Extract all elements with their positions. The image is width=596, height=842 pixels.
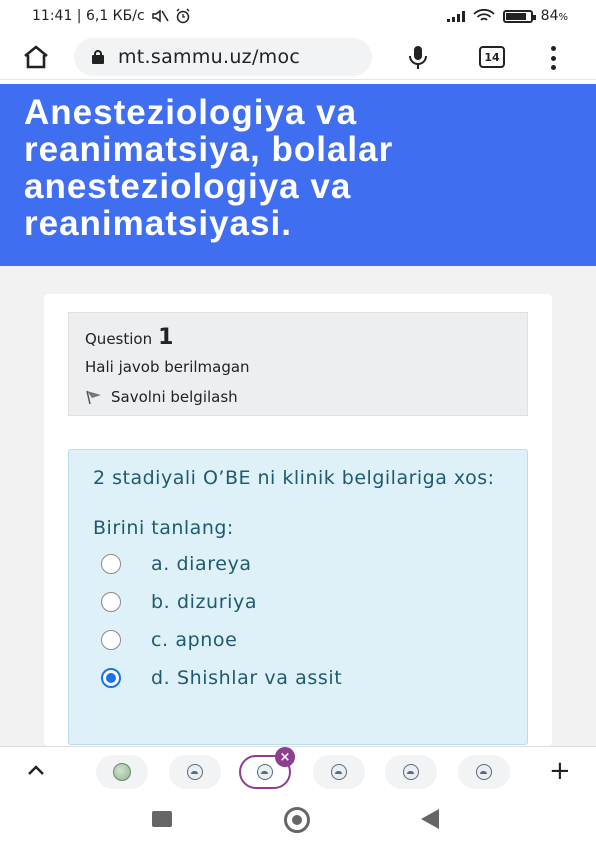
tab-strip: × + xyxy=(0,746,596,796)
status-bar: 11:41 | 6,1 КБ/с 84% xyxy=(0,0,596,34)
sad-face-icon xyxy=(476,764,492,780)
browser-toolbar: mt.sammu.uz/moc 14 xyxy=(0,34,596,80)
tab-thumbnail[interactable] xyxy=(385,755,437,789)
answer-label[interactable]: d. Shishlar va assit xyxy=(151,667,342,689)
question-text: 2 stadiyali O’BE ni klinik belgilariga x… xyxy=(93,467,495,489)
signal-icon xyxy=(446,10,465,22)
sad-face-icon xyxy=(331,764,347,780)
radio-button[interactable] xyxy=(101,554,121,574)
question-label: Question xyxy=(85,330,153,348)
tab-thumbnail[interactable] xyxy=(313,755,365,789)
tab-thumbnail[interactable] xyxy=(96,755,148,789)
wifi-icon xyxy=(473,9,495,21)
flag-label: Savolni belgilash xyxy=(111,388,238,406)
sad-face-icon xyxy=(187,764,203,780)
answer-option-a[interactable]: a. diareya xyxy=(93,545,503,583)
alarm-icon xyxy=(176,8,190,24)
question-number: 1 xyxy=(158,325,174,350)
home-icon[interactable] xyxy=(22,44,50,70)
flag-question-button[interactable]: Savolni belgilash xyxy=(85,388,511,406)
answer-label[interactable]: c. apnoe xyxy=(151,629,237,651)
sad-face-icon xyxy=(403,764,419,780)
question-info: Question 1 Hali javob berilmagan Savolni… xyxy=(68,312,528,416)
radio-button[interactable] xyxy=(101,630,121,650)
answer-option-c[interactable]: c. apnoe xyxy=(93,621,503,659)
radio-button[interactable] xyxy=(101,668,121,688)
page-title: Anesteziologiya va reanimatsiya, bolalar… xyxy=(24,93,394,243)
battery-percent: 84 xyxy=(540,8,559,24)
mute-icon xyxy=(151,9,169,23)
tab-thumbnail[interactable] xyxy=(169,755,221,789)
url-text: mt.sammu.uz/moc xyxy=(118,46,301,68)
question-formulation: 2 stadiyali O’BE ni klinik belgilariga x… xyxy=(68,449,528,745)
answer-prompt: Birini tanlang: xyxy=(93,517,234,539)
sad-face-icon xyxy=(257,764,273,780)
globe-icon xyxy=(113,763,131,781)
flag-icon xyxy=(86,390,101,404)
answer-option-b[interactable]: b. dizuriya xyxy=(93,583,503,621)
answer-label[interactable]: b. dizuriya xyxy=(151,591,257,613)
tab-count: 14 xyxy=(484,50,500,64)
answer-label[interactable]: a. diareya xyxy=(151,553,252,575)
chevron-up-icon[interactable] xyxy=(26,763,46,777)
question-state: Hali javob berilmagan xyxy=(85,358,250,376)
tab-thumbnail[interactable] xyxy=(458,755,510,789)
mic-icon[interactable] xyxy=(406,44,430,70)
battery-unit: % xyxy=(558,12,568,23)
plus-icon[interactable]: + xyxy=(549,758,571,784)
answer-option-d[interactable]: d. Shishlar va assit xyxy=(93,659,503,697)
answer-list: a. diareya b. dizuriya c. apnoe d. Shish… xyxy=(93,545,503,697)
battery-icon xyxy=(502,9,536,23)
more-menu-icon[interactable] xyxy=(544,46,562,70)
tab-switcher-icon[interactable]: 14 xyxy=(479,46,505,68)
page-header: Anesteziologiya va reanimatsiya, bolalar… xyxy=(0,84,596,266)
back-icon[interactable] xyxy=(421,809,439,829)
address-bar[interactable]: mt.sammu.uz/moc xyxy=(74,38,372,76)
active-tab-thumbnail[interactable]: × xyxy=(239,747,295,789)
home-nav-icon[interactable] xyxy=(284,807,310,833)
lock-icon xyxy=(92,50,104,64)
radio-button[interactable] xyxy=(101,592,121,612)
status-time: 11:41 | 6,1 КБ/с xyxy=(32,8,145,24)
recents-icon[interactable] xyxy=(152,811,172,827)
system-nav-bar xyxy=(0,796,596,842)
close-icon[interactable]: × xyxy=(275,747,295,767)
